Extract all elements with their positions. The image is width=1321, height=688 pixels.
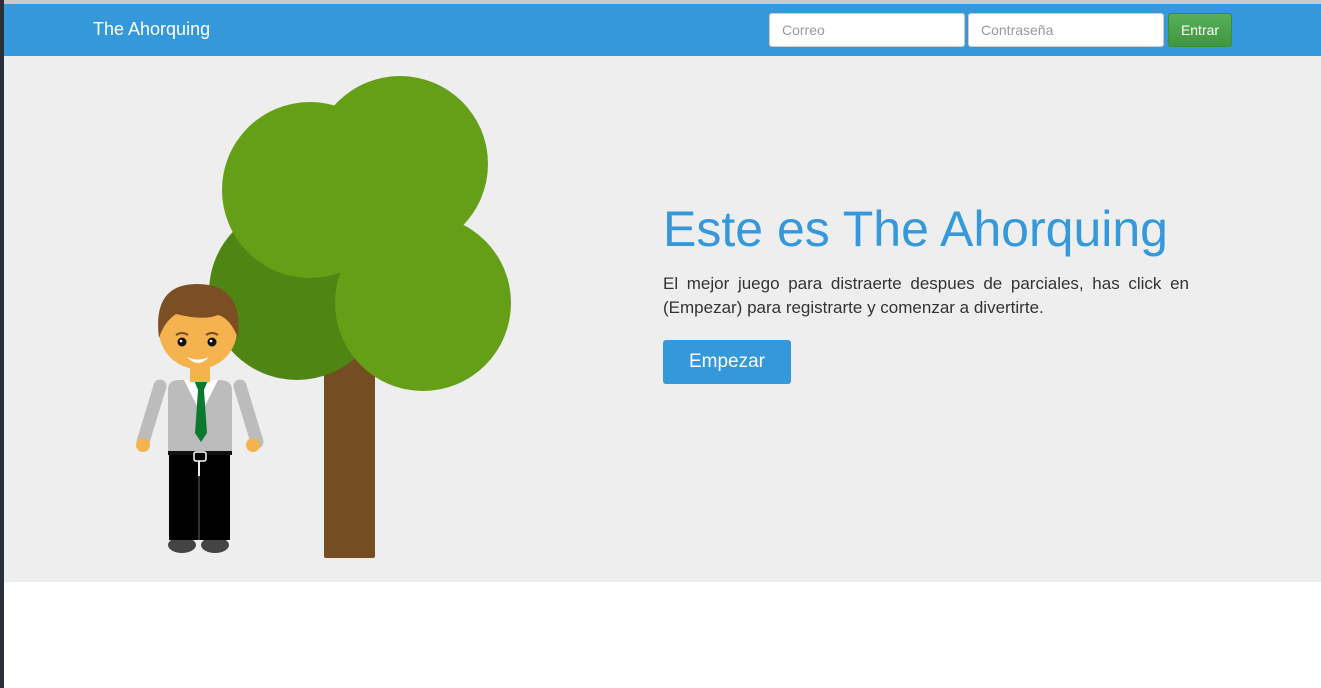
hero-description: El mejor juego para distraerte despues d… — [663, 274, 1189, 317]
start-button[interactable]: Empezar — [663, 340, 791, 384]
email-input[interactable] — [769, 13, 965, 47]
hero-title: Este es The Ahorquing — [663, 201, 1168, 257]
hero-section: Este es The Ahorquing El mejor juego par… — [4, 56, 1321, 582]
hero-illustration — [136, 76, 511, 558]
navbar: The Ahorquing Entrar — [4, 4, 1321, 56]
login-button[interactable]: Entrar — [1168, 13, 1232, 47]
tree-foliage-right — [335, 215, 511, 391]
password-input[interactable] — [968, 13, 1164, 47]
tree-illustration — [209, 76, 511, 558]
tree-trunk — [324, 356, 375, 558]
brand-link[interactable]: The Ahorquing — [93, 19, 210, 40]
